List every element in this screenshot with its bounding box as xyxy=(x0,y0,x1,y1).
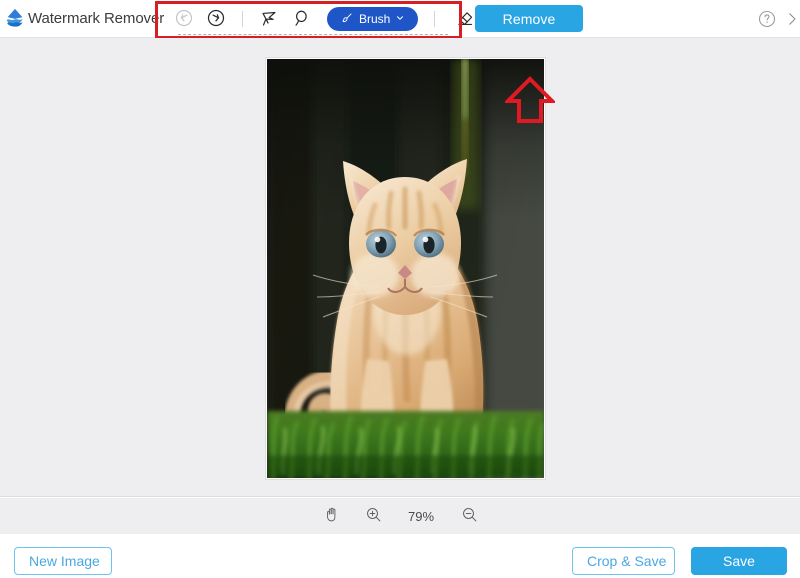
water-wave-logo-icon xyxy=(4,7,26,29)
undo-button[interactable] xyxy=(168,4,200,34)
eraser-icon xyxy=(454,7,476,32)
zoom-out-button[interactable] xyxy=(458,505,480,527)
toolbar-dashed-underline xyxy=(178,33,448,35)
edit-toolbar: Brush xyxy=(168,4,481,34)
kitten-photo[interactable] xyxy=(267,59,544,478)
chevron-down-icon xyxy=(395,12,405,26)
question-circle-icon[interactable] xyxy=(757,9,777,29)
brand: Watermark Remover xyxy=(4,7,164,29)
app-title: Watermark Remover xyxy=(28,9,165,27)
zoom-bar: 79% xyxy=(0,498,800,534)
redo-button[interactable] xyxy=(200,4,232,34)
brush-tool-button[interactable]: Brush xyxy=(327,7,419,31)
brush-tool-label: Brush xyxy=(359,12,391,26)
canvas-area[interactable] xyxy=(0,38,800,497)
top-bar: Watermark Remover Brush Remove xyxy=(0,0,800,39)
hand-icon xyxy=(323,506,340,526)
zoom-out-icon xyxy=(461,506,478,526)
new-image-button[interactable]: New Image xyxy=(14,547,112,575)
lasso-button[interactable] xyxy=(285,4,317,34)
hand-tool-button[interactable] xyxy=(320,505,342,527)
toolbar-divider-1 xyxy=(242,11,243,27)
remove-button[interactable]: Remove xyxy=(475,5,583,32)
redo-arrow-icon xyxy=(206,8,226,31)
bottom-bar xyxy=(0,535,800,578)
undo-arrow-icon xyxy=(174,8,194,31)
zoom-level-label: 79% xyxy=(407,508,435,524)
save-button[interactable]: Save xyxy=(691,547,787,575)
brush-icon xyxy=(340,11,354,28)
image-frame xyxy=(266,58,545,479)
polygonal-lasso-button[interactable] xyxy=(253,4,285,34)
zoom-in-button[interactable] xyxy=(362,505,384,527)
crop-and-save-button[interactable]: Crop & Save xyxy=(572,547,675,575)
toolbar-divider-2 xyxy=(434,11,436,27)
chevron-right-icon[interactable] xyxy=(786,10,798,28)
lasso-icon xyxy=(290,7,312,32)
zoom-in-icon xyxy=(365,506,382,526)
polygonal-lasso-icon xyxy=(258,7,280,32)
